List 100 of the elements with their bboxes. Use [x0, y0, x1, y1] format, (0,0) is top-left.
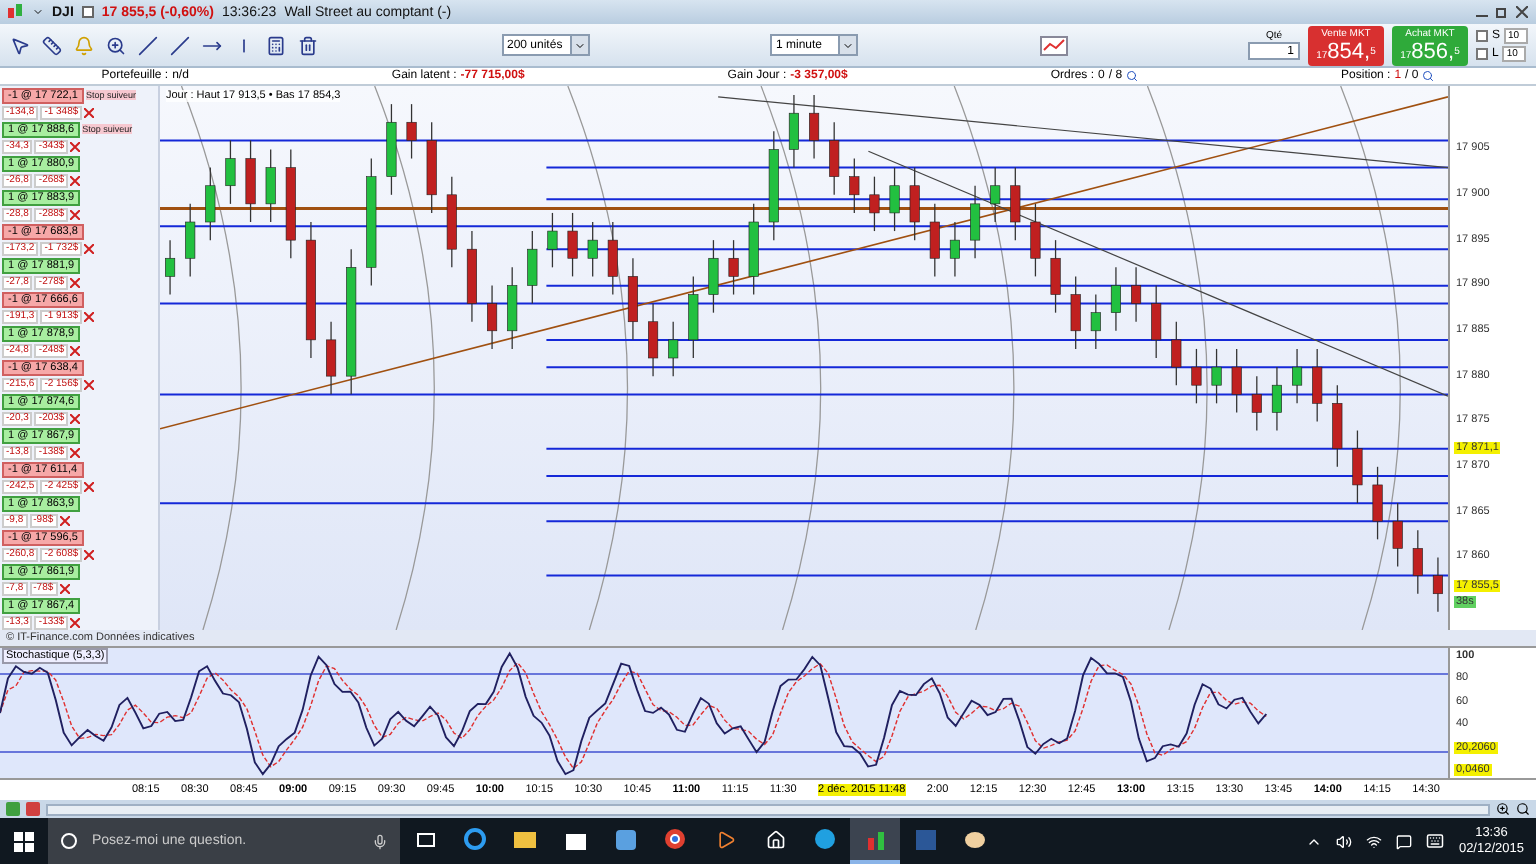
candlestick [809, 94, 820, 160]
windows-logo-icon[interactable] [14, 831, 34, 851]
candlestick [406, 103, 417, 160]
candlestick [265, 148, 276, 223]
option-checkbox[interactable] [1476, 30, 1488, 42]
candlestick [1030, 203, 1041, 278]
candlestick [527, 230, 538, 305]
close-icon[interactable] [70, 141, 81, 151]
chart-type-icon[interactable] [1039, 35, 1067, 55]
close-icon[interactable] [70, 413, 81, 423]
trend-line-icon[interactable] [170, 35, 190, 55]
candlestick [1151, 284, 1162, 359]
candlestick [607, 221, 618, 296]
candlestick [909, 166, 920, 241]
candlestick [1271, 366, 1282, 432]
candlestick [1010, 166, 1021, 241]
candlestick [648, 302, 659, 377]
task-view-icon[interactable] [415, 831, 435, 847]
candlestick [1312, 348, 1323, 423]
candlestick [245, 139, 256, 223]
candlestick [185, 203, 196, 278]
candlestick [165, 239, 176, 296]
candlestick [1050, 239, 1061, 314]
candlestick [1372, 466, 1383, 540]
bar-chart-icon[interactable] [865, 829, 885, 849]
candlestick [627, 257, 638, 341]
candlestick [507, 266, 518, 350]
zoom-out-icon[interactable] [1516, 802, 1530, 816]
zoom-icon[interactable] [106, 35, 126, 55]
candlestick [225, 139, 236, 205]
candlestick [1412, 529, 1423, 595]
close-icon[interactable] [70, 447, 81, 457]
close-icon[interactable] [84, 481, 95, 491]
candlestick [949, 221, 960, 278]
home-icon[interactable] [765, 829, 785, 849]
close-icon[interactable] [84, 549, 95, 559]
close-icon[interactable] [84, 107, 95, 117]
volume-icon[interactable] [1336, 833, 1353, 849]
candlestick [567, 212, 578, 278]
candlestick [1292, 348, 1303, 404]
dropdown-icon[interactable] [842, 39, 854, 51]
close-icon[interactable] [70, 209, 81, 219]
close-icon[interactable] [59, 515, 70, 525]
candlestick [1251, 375, 1262, 432]
close-icon[interactable] [70, 277, 81, 287]
wifi-icon[interactable] [1366, 833, 1383, 849]
restore-icon[interactable] [1496, 6, 1508, 18]
notification-icon[interactable] [1396, 833, 1413, 849]
scrollbar[interactable] [46, 803, 1490, 815]
candlestick [970, 185, 981, 259]
candlestick [889, 166, 900, 232]
dropdown-icon[interactable] [32, 6, 44, 18]
candlestick [728, 239, 739, 296]
candlestick [708, 239, 719, 314]
candlestick [1211, 348, 1222, 404]
candlestick [1392, 502, 1403, 568]
close-icon[interactable] [59, 583, 70, 593]
trash-icon[interactable] [298, 35, 318, 55]
search-icon[interactable] [1422, 70, 1435, 82]
pointer-icon[interactable] [10, 35, 30, 55]
candlestick [1231, 348, 1242, 414]
play-icon[interactable] [715, 829, 735, 849]
candlestick [1131, 266, 1142, 323]
search-circle-icon [60, 832, 78, 850]
folder-icon[interactable] [514, 830, 536, 848]
app-icon[interactable] [615, 829, 635, 849]
candlestick [326, 321, 337, 395]
candlestick [688, 275, 699, 359]
close-icon[interactable] [84, 311, 95, 321]
close-icon[interactable] [70, 175, 81, 185]
candlestick [1171, 321, 1182, 386]
candlestick [1191, 348, 1202, 404]
dropdown-icon[interactable] [573, 39, 585, 51]
candlestick [788, 94, 799, 169]
candlestick [849, 157, 860, 214]
window-icon [81, 6, 94, 18]
keyboard-icon[interactable] [1426, 832, 1445, 850]
candles-icon [8, 4, 24, 20]
candlestick [1070, 275, 1081, 350]
candlestick [929, 203, 940, 278]
candlestick [1332, 384, 1343, 468]
candlestick [1432, 556, 1443, 613]
microphone-icon[interactable] [372, 833, 388, 849]
candlestick [1352, 429, 1363, 504]
close-icon[interactable] [70, 345, 81, 355]
close-icon[interactable] [1516, 6, 1528, 18]
candlestick [1110, 266, 1121, 332]
option-checkbox[interactable] [1476, 48, 1488, 60]
line-icon[interactable] [138, 35, 158, 55]
search-icon[interactable] [1126, 70, 1139, 82]
zoom-in-icon[interactable] [1496, 802, 1510, 816]
candlestick [205, 166, 216, 241]
candlestick [668, 321, 679, 377]
calculator-icon[interactable] [266, 35, 286, 55]
close-icon[interactable] [84, 243, 95, 253]
candlestick [829, 121, 840, 196]
close-icon[interactable] [84, 379, 95, 389]
ruler-icon[interactable] [42, 35, 62, 55]
close-icon[interactable] [70, 617, 81, 627]
candlestick [587, 221, 598, 278]
